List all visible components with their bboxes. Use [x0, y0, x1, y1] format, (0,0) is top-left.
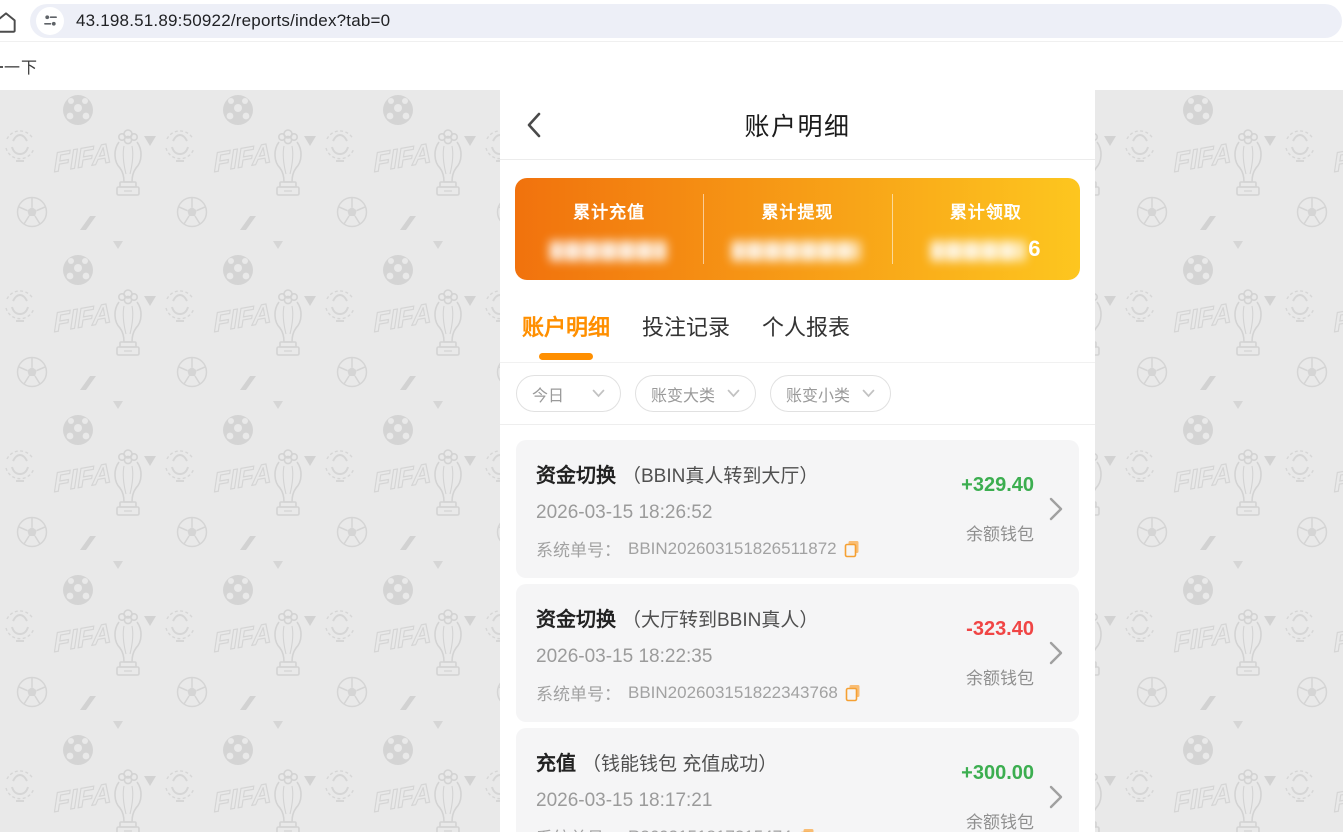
- order-label: 系统单号：: [536, 541, 621, 560]
- wallet-label: 余额钱包: [966, 812, 1034, 832]
- filter-major-type-dropdown[interactable]: 账变大类: [635, 375, 757, 412]
- summary-col-recharge: 累计充值: [515, 178, 703, 280]
- filter-minor-type-dropdown[interactable]: 账变小类: [770, 375, 892, 412]
- address-bar[interactable]: 43.198.51.89:50922/reports/index?tab=0: [30, 3, 1342, 38]
- back-button[interactable]: [526, 111, 550, 139]
- transaction-amount: -323.40: [966, 617, 1034, 640]
- transaction-amount-block: +300.00 余额钱包: [961, 728, 1063, 832]
- transaction-row[interactable]: 充值 （钱能钱包 充值成功） 2026-03-15 18:17:21 系统单号：…: [516, 728, 1079, 832]
- transaction-note: （大厅转到BBIN真人）: [622, 610, 819, 631]
- order-number: BBIN202603151822343768: [628, 682, 838, 702]
- transaction-amount: +300.00: [961, 761, 1034, 784]
- summary-card: 累计充值 累计提现 累计领取 6: [515, 178, 1080, 280]
- bookmarks-bar: 一下: [0, 42, 1343, 90]
- order-label: 系统单号：: [536, 824, 621, 832]
- wallet-label: 余额钱包: [966, 668, 1034, 688]
- masked-value: [549, 237, 669, 261]
- chevron-right-icon: [1049, 641, 1063, 665]
- page-title: 账户明细: [744, 112, 851, 141]
- summary-label: 累计充值: [573, 202, 646, 222]
- transaction-info: 充值 （钱能钱包 充值成功） 2026-03-15 18:17:21 系统单号：…: [536, 728, 961, 832]
- chevron-left-icon: [527, 112, 541, 137]
- transaction-type: 资金切换: [536, 465, 616, 487]
- transaction-amount-block: -323.40 余额钱包: [966, 584, 1063, 722]
- transaction-amount-block: +329.40 余额钱包: [961, 440, 1063, 578]
- transaction-row[interactable]: 资金切换 （BBIN真人转到大厅） 2026-03-15 18:26:52 系统…: [516, 440, 1079, 578]
- url-text[interactable]: 43.198.51.89:50922/reports/index?tab=0: [76, 11, 390, 31]
- transaction-datetime: 2026-03-15 18:22:35: [536, 646, 713, 667]
- order-number: R2603151817215474: [628, 827, 792, 832]
- transaction-amount: +329.40: [961, 473, 1034, 496]
- transaction-info: 资金切换 （BBIN真人转到大厅） 2026-03-15 18:26:52 系统…: [536, 440, 961, 578]
- masked-value: [731, 237, 863, 261]
- filter-label: 账变大类: [651, 387, 716, 405]
- site-permissions-icon[interactable]: [36, 6, 64, 35]
- filter-bar: 今日 账变大类 账变小类: [500, 363, 1095, 425]
- copy-icon[interactable]: [799, 828, 815, 832]
- order-label: 系统单号：: [536, 685, 621, 704]
- transaction-note: （钱能钱包 充值成功）: [582, 754, 778, 775]
- filter-date-dropdown[interactable]: 今日: [516, 375, 621, 412]
- browser-toolbar: 43.198.51.89:50922/reports/index?tab=0: [0, 0, 1343, 42]
- app-column: 账户明细 累计充值 累计提现 累计领取 6 账户明细 投注记录 个人报表 今日 …: [500, 90, 1095, 832]
- screen: 43.198.51.89:50922/reports/index?tab=0 一…: [0, 0, 1343, 832]
- transaction-list: 资金切换 （BBIN真人转到大厅） 2026-03-15 18:26:52 系统…: [500, 425, 1095, 832]
- chevron-down-icon: [862, 389, 875, 398]
- chevron-right-icon: [1049, 497, 1063, 521]
- app-header: 账户明细: [500, 90, 1095, 160]
- chevron-right-icon: [1049, 785, 1063, 809]
- copy-icon[interactable]: [845, 684, 861, 702]
- clipped-glyph-fragment: [0, 66, 3, 68]
- transaction-row[interactable]: 资金切换 （大厅转到BBIN真人） 2026-03-15 18:22:35 系统…: [516, 584, 1079, 722]
- transaction-datetime: 2026-03-15 18:17:21: [536, 790, 713, 811]
- wallet-label: 余额钱包: [966, 524, 1034, 544]
- transaction-note: （BBIN真人转到大厅）: [622, 466, 819, 487]
- bookmark-item[interactable]: 一下: [4, 54, 38, 78]
- transaction-type: 充值: [536, 753, 576, 775]
- page-background: FIFA: [0, 90, 1343, 832]
- tab-bet-records[interactable]: 投注记录: [642, 310, 730, 344]
- summary-label: 累计提现: [761, 202, 834, 222]
- order-number: BBIN202603151826511872: [628, 538, 837, 558]
- transaction-datetime: 2026-03-15 18:26:52: [536, 502, 713, 523]
- transaction-type: 资金切换: [536, 609, 616, 631]
- chevron-down-icon: [592, 389, 605, 398]
- masked-value: 6: [931, 236, 1040, 261]
- filter-label: 今日: [532, 387, 565, 405]
- tab-bar: 账户明细 投注记录 个人报表: [500, 280, 1095, 363]
- transaction-info: 资金切换 （大厅转到BBIN真人） 2026-03-15 18:22:35 系统…: [536, 584, 966, 722]
- summary-col-claim: 累计领取 6: [891, 178, 1080, 280]
- tab-personal-report[interactable]: 个人报表: [762, 310, 850, 344]
- chevron-down-icon: [727, 389, 740, 398]
- copy-icon[interactable]: [844, 540, 860, 558]
- summary-col-withdraw: 累计提现: [703, 178, 891, 280]
- summary-label: 累计领取: [949, 202, 1022, 222]
- tab-account-detail[interactable]: 账户明细: [522, 310, 610, 344]
- home-icon[interactable]: [0, 9, 19, 40]
- filter-label: 账变小类: [786, 387, 851, 405]
